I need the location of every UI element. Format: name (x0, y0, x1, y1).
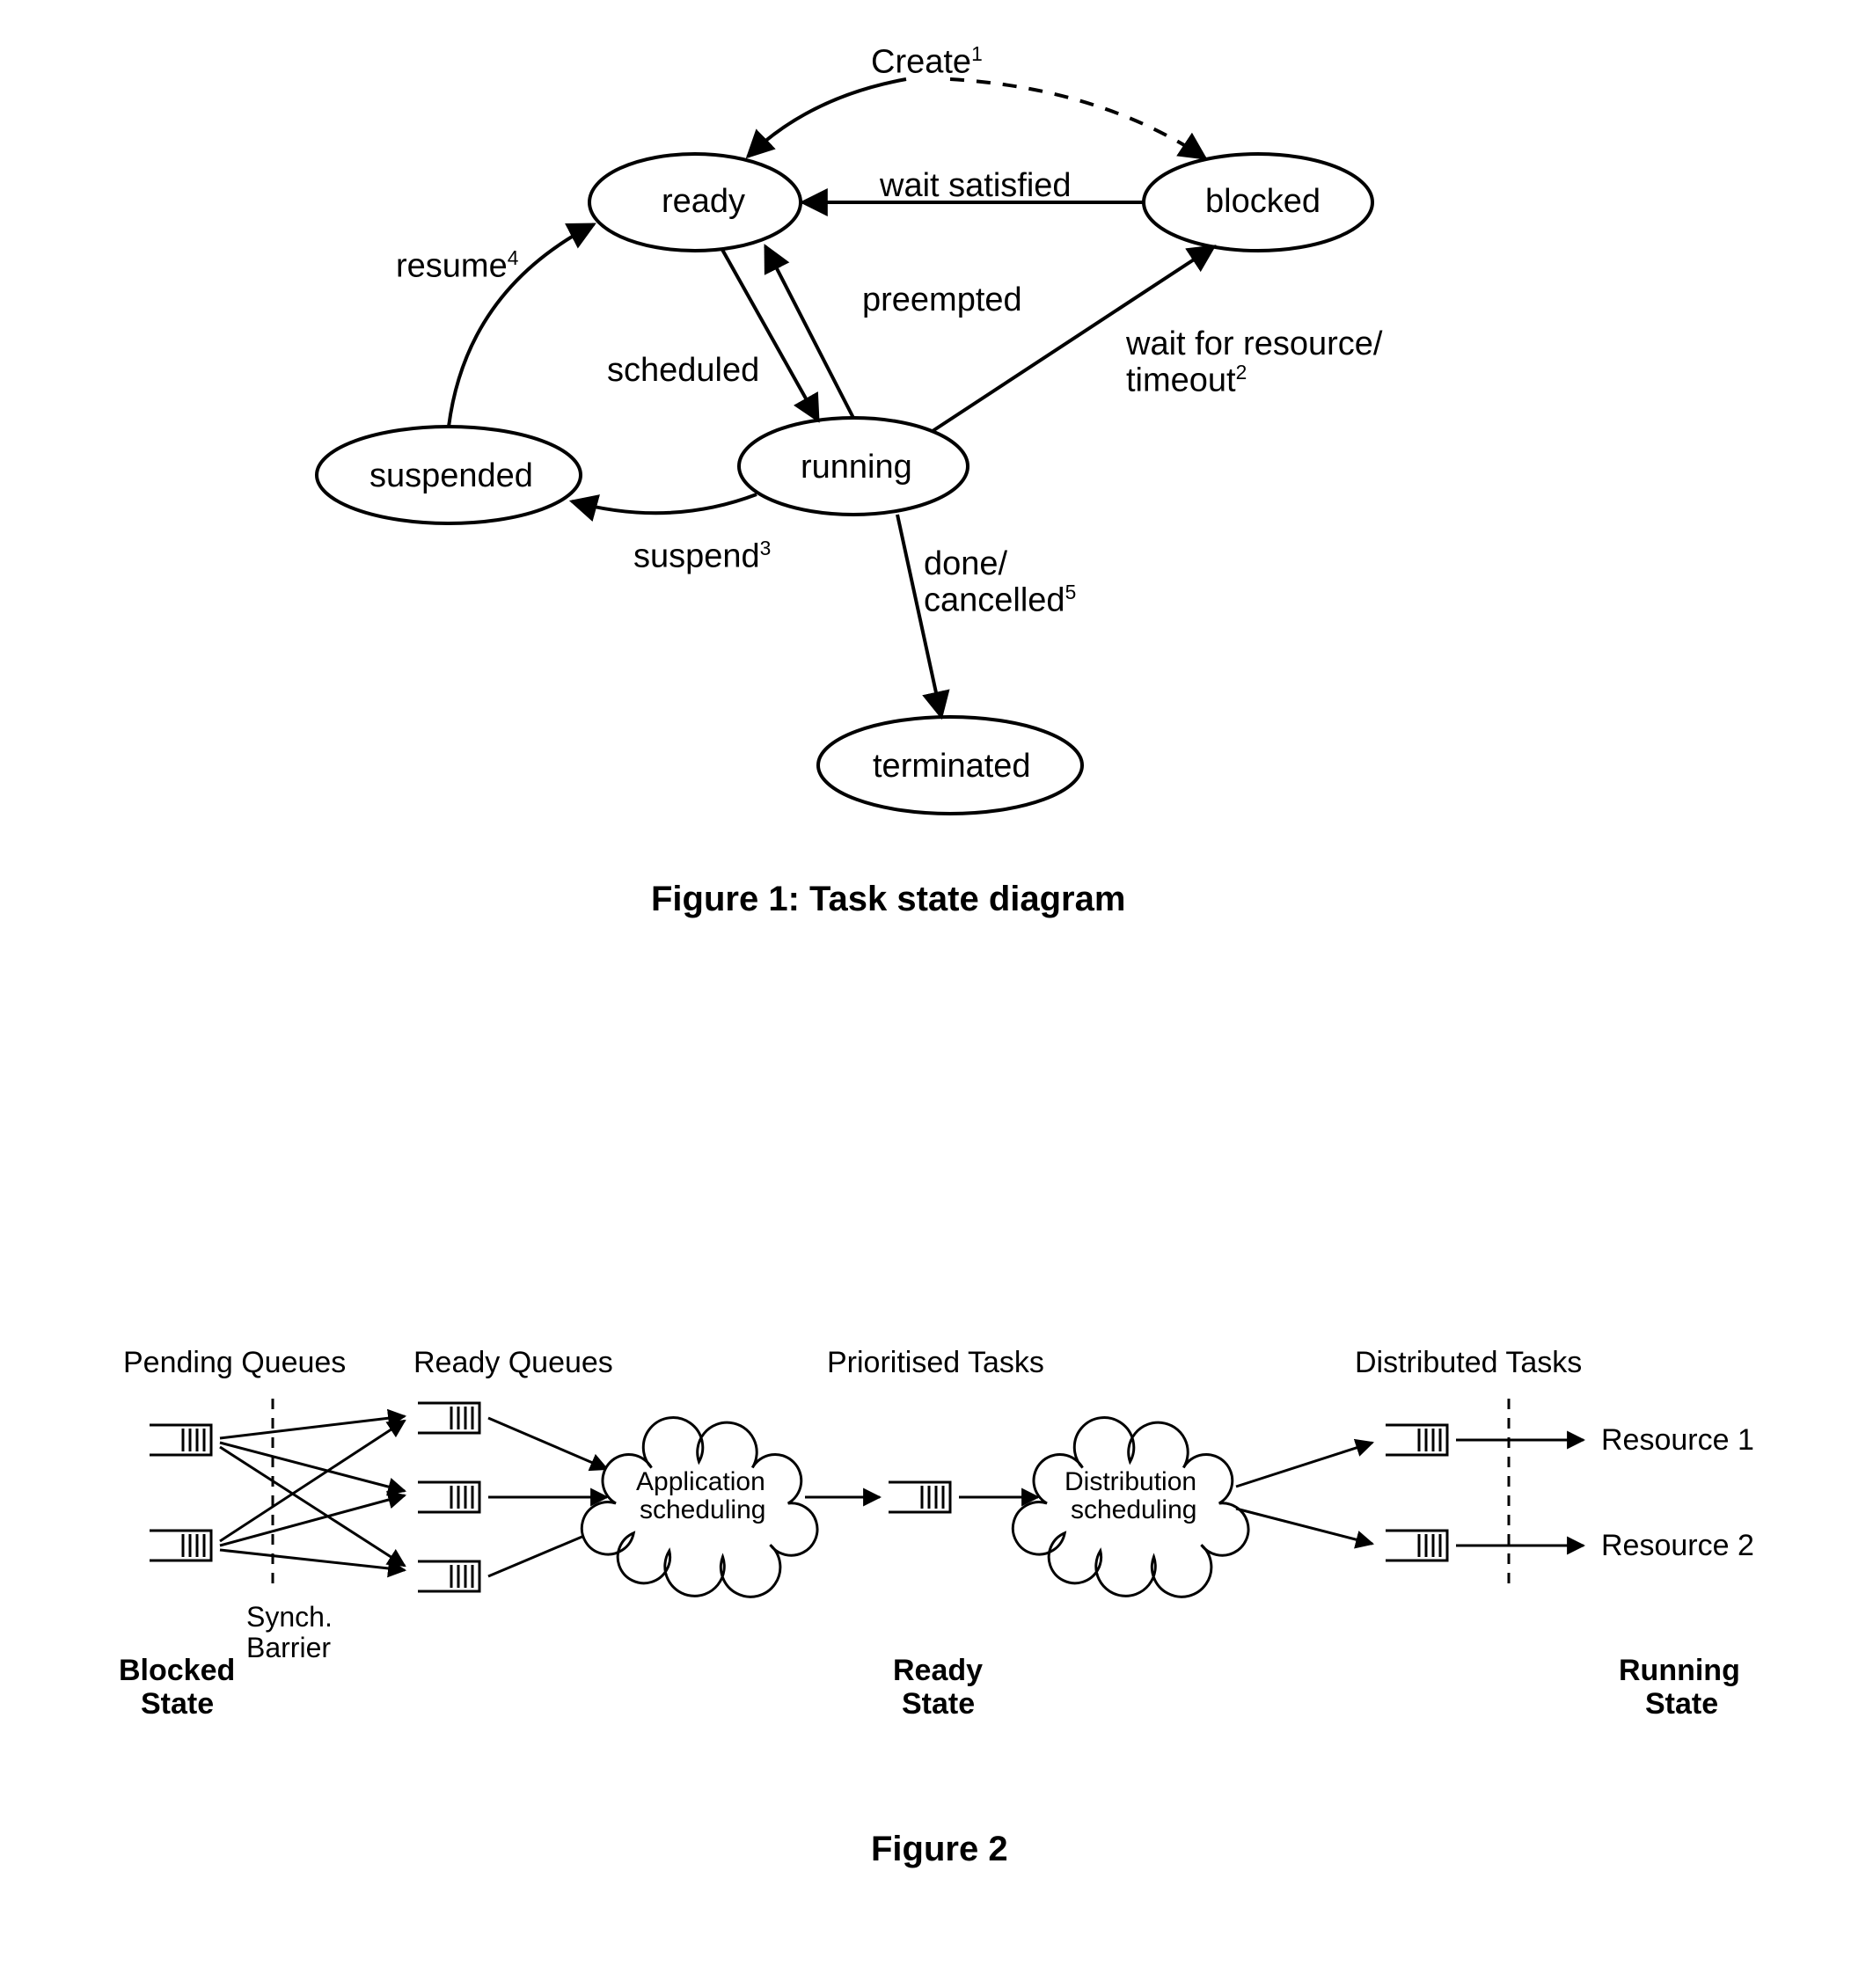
label-done: done/ (924, 545, 1007, 583)
arrow-p2-r2 (220, 1495, 405, 1546)
label-preempted: preempted (862, 281, 1022, 319)
label-ready-state-2: State (902, 1687, 975, 1721)
label-wait-satisfied: wait satisfied (880, 167, 1072, 205)
queue-pending-2 (150, 1531, 211, 1560)
label-dist-sched-2: scheduling (1071, 1495, 1196, 1525)
label-blocked: blocked (1205, 183, 1321, 221)
queue-distributed-1 (1386, 1425, 1447, 1455)
arrow-p2-r3 (220, 1550, 405, 1570)
arrow-p2-r1 (220, 1421, 405, 1541)
label-terminated: terminated (873, 748, 1031, 786)
queue-distributed-2 (1386, 1531, 1447, 1560)
arrow-p1-r2 (220, 1443, 405, 1491)
label-suspended: suspended (369, 457, 533, 495)
label-resource-1: Resource 1 (1601, 1423, 1754, 1458)
label-scheduled: scheduled (607, 352, 759, 390)
label-blocked-state-2: State (141, 1687, 214, 1721)
label-running-state-1: Running (1619, 1654, 1740, 1688)
label-dist-sched-1: Distribution (1065, 1467, 1196, 1497)
label-timeout: timeout2 (1126, 361, 1247, 400)
queue-ready-3 (418, 1561, 479, 1591)
queue-ready-1 (418, 1403, 479, 1433)
queue-ready-2 (418, 1482, 479, 1512)
label-resume: resume4 (396, 246, 518, 286)
queue-prioritised (889, 1482, 950, 1512)
arrow-dist-d2 (1236, 1509, 1372, 1544)
header-prioritised-tasks: Prioritised Tasks (827, 1346, 1044, 1380)
label-resource-2: Resource 2 (1601, 1529, 1754, 1563)
figure2-svg (0, 1302, 1873, 1830)
arrow-p1-r3 (220, 1447, 405, 1566)
label-ready: ready (662, 183, 745, 221)
edge-create-ready (748, 79, 906, 157)
label-app-sched-1: Application (636, 1467, 765, 1497)
header-pending-queues: Pending Queues (123, 1346, 346, 1380)
label-barrier: Barrier (246, 1632, 331, 1664)
label-cancelled: cancelled5 (924, 581, 1076, 620)
edge-scheduled (721, 248, 818, 420)
label-ready-state-1: Ready (893, 1654, 983, 1688)
figure2-caption: Figure 2 (871, 1830, 1008, 1869)
label-synch: Synch. (246, 1601, 333, 1634)
arrow-r1-app (488, 1418, 607, 1469)
queue-pending-1 (150, 1425, 211, 1455)
label-create: Create1 (871, 42, 983, 82)
label-running: running (801, 449, 912, 486)
edge-preempted (765, 246, 853, 418)
figure1-svg (0, 0, 1873, 968)
figure1-caption: Figure 1: Task state diagram (651, 880, 1125, 919)
label-wait-resource: wait for resource/ (1126, 325, 1382, 363)
header-distributed-tasks: Distributed Tasks (1355, 1346, 1582, 1380)
label-suspend: suspend3 (633, 537, 771, 576)
edge-create-blocked (950, 79, 1205, 158)
label-app-sched-2: scheduling (640, 1495, 765, 1525)
label-blocked-state-1: Blocked (119, 1654, 235, 1688)
edge-suspend (572, 494, 757, 513)
arrow-dist-d1 (1236, 1443, 1372, 1487)
header-ready-queues: Ready Queues (413, 1346, 613, 1380)
arrow-p1-r1 (220, 1416, 405, 1438)
label-running-state-2: State (1645, 1687, 1718, 1721)
